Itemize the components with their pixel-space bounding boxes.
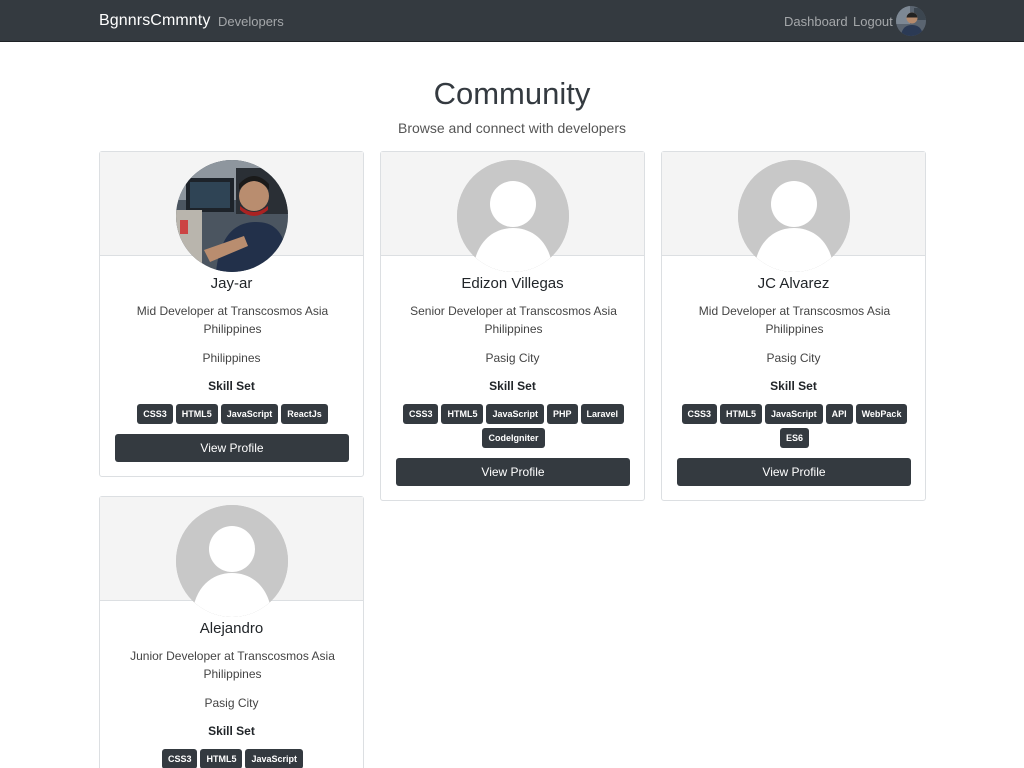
top-navbar: BgnnrsCmmnty Developers Dashboard Logout xyxy=(0,0,1024,42)
profile-photo-icon xyxy=(176,160,288,272)
skill-badge: JavaScript xyxy=(220,404,279,424)
page-subtitle: Browse and connect with developers xyxy=(397,120,627,136)
skill-badge: CSS3 xyxy=(681,404,718,424)
user-avatar[interactable] xyxy=(896,6,926,36)
profile-card: JC Alvarez Mid Developer at Transcosmos … xyxy=(661,151,926,501)
profile-location: Pasig City xyxy=(485,351,540,365)
skill-badge: Laravel xyxy=(580,404,625,424)
default-avatar-icon xyxy=(176,505,288,617)
view-profile-button[interactable]: View Profile xyxy=(677,458,911,486)
profile-card: Jay-ar Mid Developer at Transcosmos Asia… xyxy=(99,151,364,477)
skill-badge: JavaScript xyxy=(486,404,544,424)
brand-link[interactable]: BgnnrsCmmnty xyxy=(99,12,210,30)
skill-badge: HTML5 xyxy=(200,749,243,768)
skill-badge: HTML5 xyxy=(441,404,484,424)
profile-name: Jay-ar xyxy=(210,275,253,292)
skill-badge: HTML5 xyxy=(720,404,763,424)
skill-badge: CSS3 xyxy=(161,749,198,768)
profile-avatar xyxy=(738,160,850,272)
profile-location: Pasig City xyxy=(766,351,821,365)
skill-badge: ES6 xyxy=(779,428,809,448)
user-avatar-photo-icon xyxy=(896,6,926,36)
profile-role: Mid Developer at Transcosmos Asia Philip… xyxy=(698,304,891,336)
default-avatar-icon xyxy=(457,160,569,272)
view-profile-button[interactable]: View Profile xyxy=(396,458,630,486)
skill-badge-list: CSS3 HTML5 JavaScript API WebPack ES6 xyxy=(672,404,917,448)
profile-location: Philippines xyxy=(202,351,261,365)
profile-card: Edizon Villegas Senior Developer at Tran… xyxy=(380,151,645,501)
profile-name: Edizon Villegas xyxy=(461,275,564,292)
profile-role: Senior Developer at Transcosmos Asia Phi… xyxy=(410,304,617,336)
profile-name: Alejandro xyxy=(199,620,264,637)
skill-set-heading: Skill Set xyxy=(770,379,817,393)
skill-badge: PHP xyxy=(547,404,578,424)
profile-avatar xyxy=(176,160,288,272)
skill-set-heading: Skill Set xyxy=(208,724,255,738)
profile-name: JC Alvarez xyxy=(757,275,830,292)
page-title: Community xyxy=(433,76,591,111)
nav-logout-link[interactable]: Logout xyxy=(853,14,893,29)
skill-badge-list: CSS3 HTML5 JavaScript PHP Laravel CodeIg… xyxy=(391,404,636,448)
skill-badge: CodeIgniter xyxy=(482,428,545,448)
skill-badge: JavaScript xyxy=(245,749,304,768)
profile-avatar xyxy=(457,160,569,272)
skill-set-heading: Skill Set xyxy=(208,379,255,393)
profile-role: Junior Developer at Transcosmos Asia Phi… xyxy=(130,649,335,681)
default-avatar-icon xyxy=(738,160,850,272)
skill-badge: ReactJs xyxy=(281,404,328,424)
skill-badge: WebPack xyxy=(855,404,908,424)
view-profile-button[interactable]: View Profile xyxy=(115,434,349,462)
profile-avatar xyxy=(176,505,288,617)
skill-badge-list: CSS3 HTML5 JavaScript xyxy=(110,749,355,768)
skill-badge: HTML5 xyxy=(175,404,218,424)
skill-badge: API xyxy=(825,404,853,424)
nav-dashboard-link[interactable]: Dashboard xyxy=(784,14,848,29)
skill-badge: CSS3 xyxy=(137,404,173,424)
profile-location: Pasig City xyxy=(204,696,259,710)
skill-set-heading: Skill Set xyxy=(489,379,536,393)
skill-badge-list: CSS3 HTML5 JavaScript ReactJs xyxy=(110,404,355,424)
profile-card: Alejandro Junior Developer at Transcosmo… xyxy=(99,496,364,768)
profile-role: Mid Developer at Transcosmos Asia Philip… xyxy=(136,304,329,336)
skill-badge: CSS3 xyxy=(402,404,439,424)
nav-developers-link[interactable]: Developers xyxy=(218,14,284,29)
skill-badge: JavaScript xyxy=(765,404,823,424)
